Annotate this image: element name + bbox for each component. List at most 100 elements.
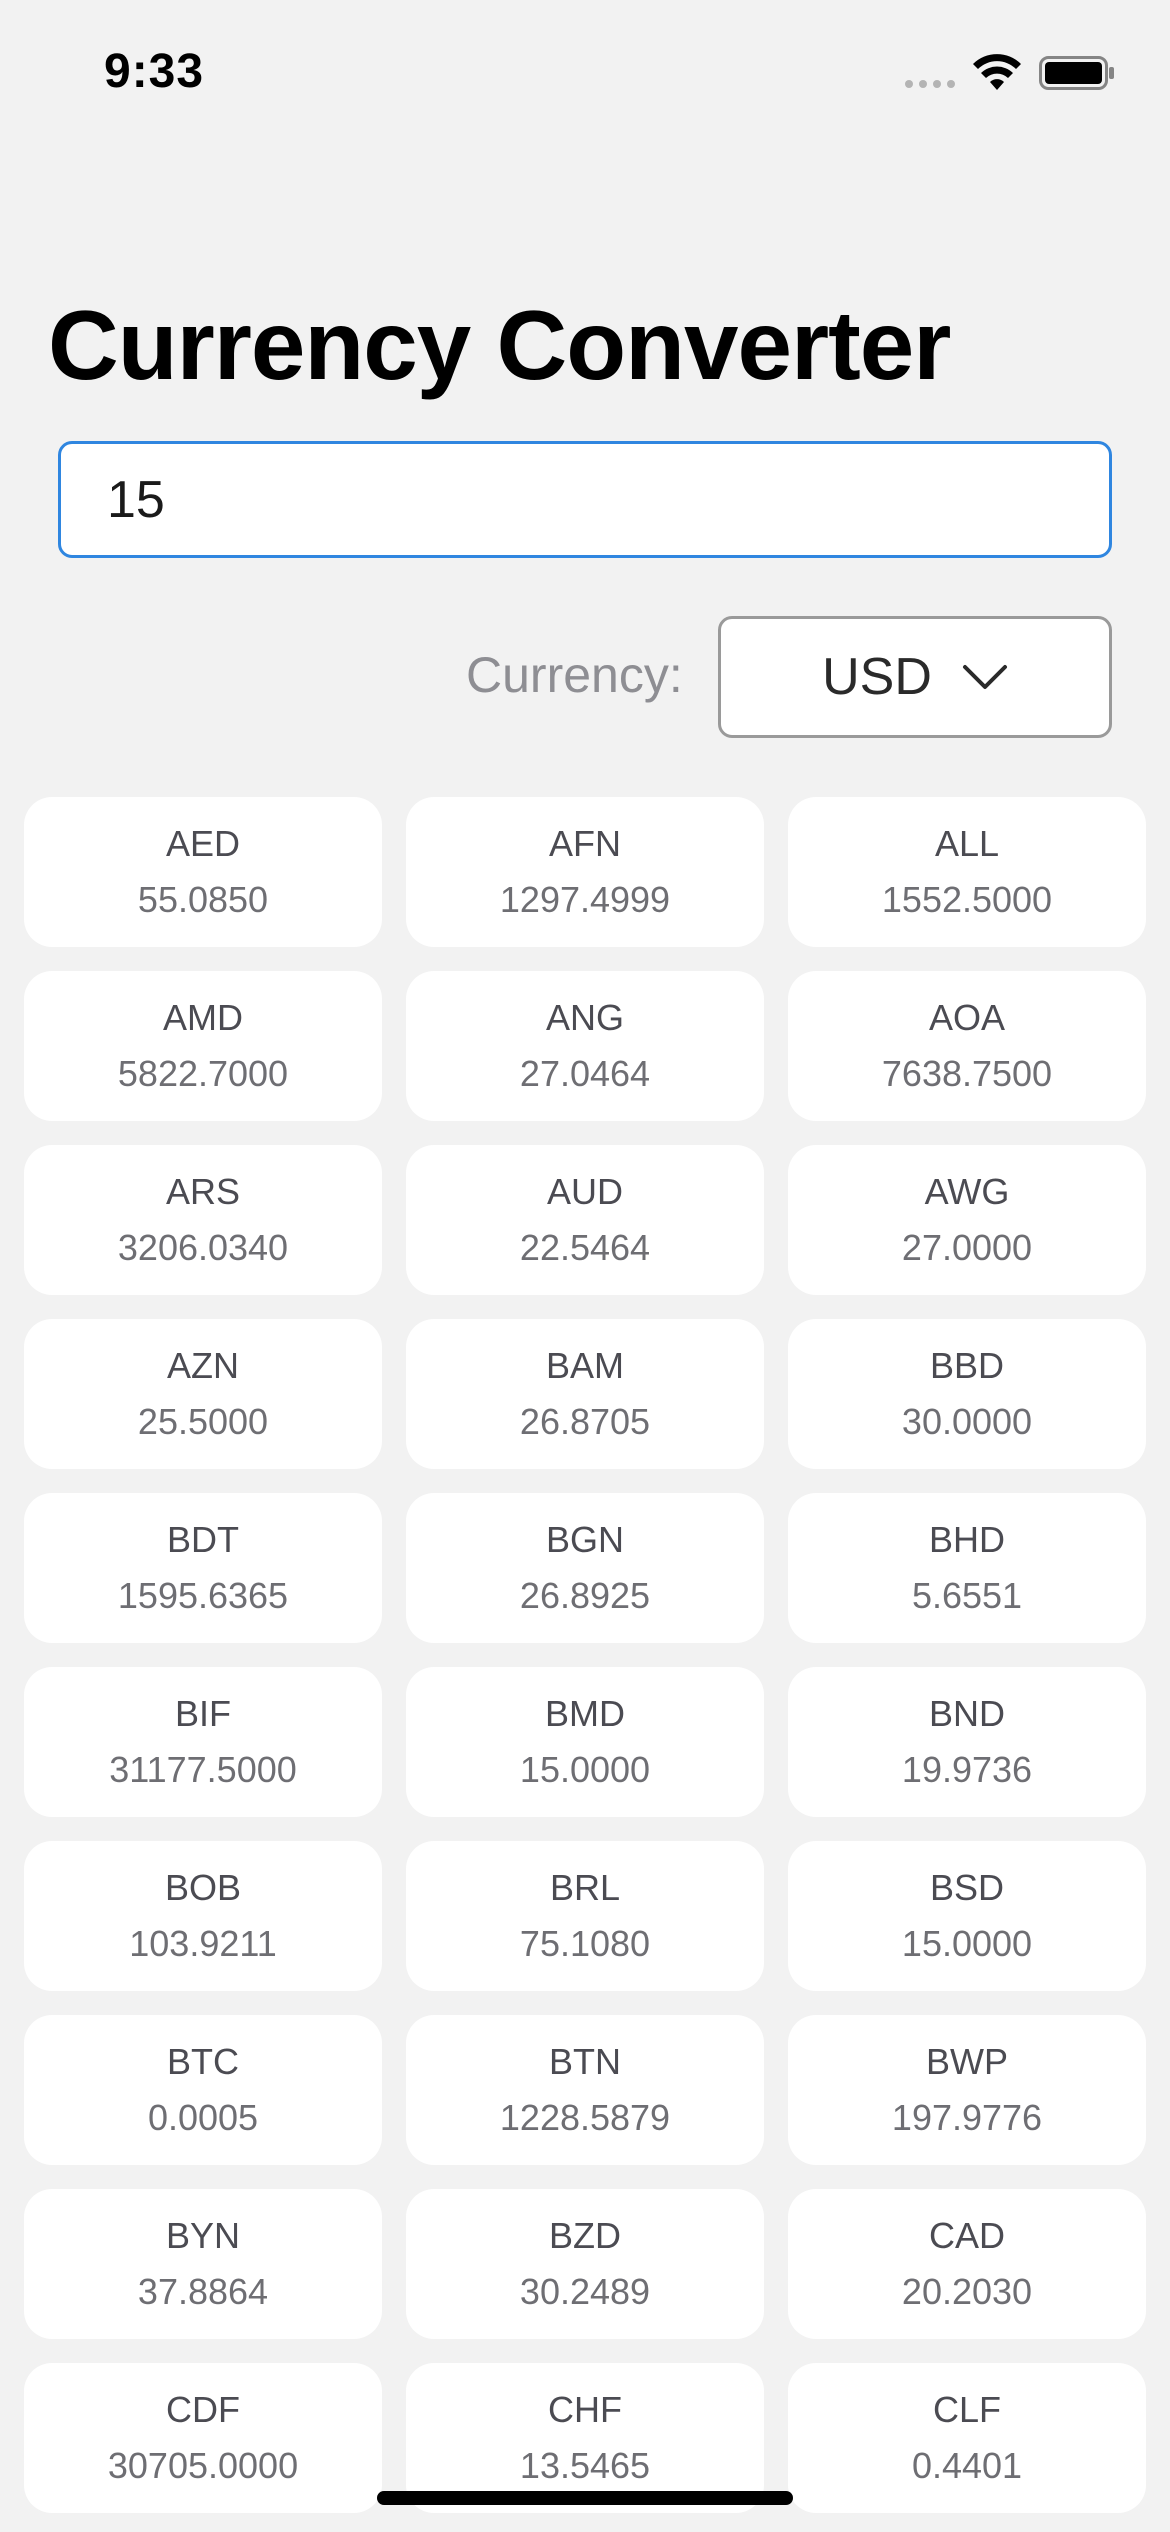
- rate-converted-value: 27.0000: [901, 1227, 1033, 1268]
- rate-card: BYN 37.8864: [24, 2189, 382, 2339]
- rate-converted-value: 37.8864: [137, 2271, 269, 2312]
- currency-dropdown[interactable]: USD: [718, 616, 1112, 738]
- currency-label: Currency:: [466, 647, 683, 703]
- rate-currency-code: BTN: [549, 2041, 621, 2082]
- rate-converted-value: 1595.6365: [117, 1575, 289, 1616]
- rate-card: BBD 30.0000: [788, 1319, 1146, 1469]
- rate-converted-value: 15.0000: [519, 1749, 651, 1790]
- rate-currency-code: BHD: [928, 1519, 1005, 1560]
- battery-icon: [1039, 56, 1114, 90]
- rate-converted-value: 5822.7000: [117, 1053, 289, 1094]
- rate-currency-code: AWG: [924, 1171, 1010, 1212]
- rate-currency-code: BYN: [165, 2215, 241, 2256]
- rate-card: BWP 197.9776: [788, 2015, 1146, 2165]
- rate-currency-code: BND: [928, 1693, 1005, 1734]
- rate-card: BND 19.9736: [788, 1667, 1146, 1817]
- rate-currency-code: BIF: [174, 1693, 231, 1734]
- rate-card: BRL 75.1080: [406, 1841, 764, 1991]
- rate-converted-value: 26.8705: [519, 1401, 651, 1442]
- rate-currency-code: BWP: [925, 2041, 1008, 2082]
- rate-currency-code: CLF: [932, 2389, 1001, 2430]
- rate-converted-value: 1552.5000: [881, 879, 1053, 920]
- rate-card: BSD 15.0000: [788, 1841, 1146, 1991]
- rate-card: AZN 25.5000: [24, 1319, 382, 1469]
- rate-converted-value: 15.0000: [901, 1923, 1033, 1964]
- rate-converted-value: 7638.7500: [881, 1053, 1053, 1094]
- rate-converted-value: 103.9211: [129, 1923, 277, 1964]
- rate-currency-code: AOA: [928, 997, 1006, 1038]
- rate-currency-code: CHF: [548, 2389, 622, 2430]
- page-title: Currency Converter: [48, 290, 951, 400]
- rate-converted-value: 26.8925: [519, 1575, 651, 1616]
- rate-converted-value: 19.9736: [901, 1749, 1033, 1790]
- status-bar: 9:33: [0, 0, 1170, 150]
- wifi-icon: [973, 54, 1021, 90]
- rate-card: BMD 15.0000: [406, 1667, 764, 1817]
- rate-converted-value: 5.6551: [911, 1575, 1023, 1616]
- rate-converted-value: 13.5465: [519, 2445, 651, 2486]
- rate-converted-value: 197.9776: [891, 2097, 1043, 2138]
- rate-converted-value: 25.5000: [137, 1401, 269, 1442]
- rate-currency-code: BTC: [167, 2041, 239, 2082]
- amount-input[interactable]: [58, 441, 1112, 558]
- rate-card: BGN 26.8925: [406, 1493, 764, 1643]
- rate-currency-code: CDF: [166, 2389, 240, 2430]
- rate-currency-code: AUD: [546, 1171, 623, 1212]
- rate-card: AED 55.0850: [24, 797, 382, 947]
- rate-converted-value: 27.0464: [519, 1053, 651, 1094]
- rate-card: AUD 22.5464: [406, 1145, 764, 1295]
- rate-converted-value: 1228.5879: [499, 2097, 671, 2138]
- rate-converted-value: 30.0000: [901, 1401, 1033, 1442]
- chevron-down-icon: [962, 665, 1007, 689]
- rate-card: ALL 1552.5000: [788, 797, 1146, 947]
- cellular-signal-icon: [905, 80, 955, 88]
- rate-converted-value: 3206.0340: [117, 1227, 289, 1268]
- rate-card: BTN 1228.5879: [406, 2015, 764, 2165]
- rate-converted-value: 22.5464: [519, 1227, 651, 1268]
- rate-currency-code: BZD: [549, 2215, 621, 2256]
- status-time: 9:33: [104, 45, 205, 98]
- rate-currency-code: BOB: [164, 1867, 242, 1908]
- rate-card: AOA 7638.7500: [788, 971, 1146, 1121]
- rate-card: BDT 1595.6365: [24, 1493, 382, 1643]
- rate-card: ANG 27.0464: [406, 971, 764, 1121]
- rate-currency-code: AMD: [163, 997, 243, 1038]
- rate-converted-value: 0.0005: [147, 2097, 259, 2138]
- rate-card: ARS 3206.0340: [24, 1145, 382, 1295]
- rate-card: BTC 0.0005: [24, 2015, 382, 2165]
- rate-card: CAD 20.2030: [788, 2189, 1146, 2339]
- rate-converted-value: 20.2030: [901, 2271, 1033, 2312]
- rate-currency-code: BRL: [549, 1867, 621, 1908]
- rate-currency-code: ARS: [165, 1171, 241, 1212]
- rate-card: AWG 27.0000: [788, 1145, 1146, 1295]
- rate-card: BIF 31177.5000: [24, 1667, 382, 1817]
- rate-currency-code: ALL: [934, 823, 1000, 864]
- rate-converted-value: 30705.0000: [107, 2445, 299, 2486]
- rate-card: BHD 5.6551: [788, 1493, 1146, 1643]
- rate-card: CDF 30705.0000: [24, 2363, 382, 2513]
- rate-card: CLF 0.4401: [788, 2363, 1146, 2513]
- rate-converted-value: 31177.5000: [109, 1749, 297, 1790]
- rate-currency-code: CAD: [928, 2215, 1005, 2256]
- rate-converted-value: 30.2489: [519, 2271, 651, 2312]
- rate-currency-code: AZN: [167, 1345, 239, 1386]
- rate-currency-code: BMD: [545, 1693, 625, 1734]
- currency-dropdown-value: USD: [822, 648, 932, 706]
- rate-card: BZD 30.2489: [406, 2189, 764, 2339]
- rate-converted-value: 55.0850: [137, 879, 269, 920]
- rate-currency-code: BAM: [545, 1345, 624, 1386]
- rate-currency-code: AED: [165, 823, 241, 864]
- rate-card: BOB 103.9211: [24, 1841, 382, 1991]
- rate-currency-code: BGN: [545, 1519, 624, 1560]
- rates-grid: AED 55.0850 AFN 1297.4999 ALL 1552.5000 AMD…: [24, 797, 1146, 2513]
- rate-currency-code: BBD: [929, 1345, 1005, 1386]
- home-indicator[interactable]: [377, 2491, 793, 2505]
- rate-converted-value: 75.1080: [519, 1923, 651, 1964]
- rate-converted-value: 0.4401: [911, 2445, 1023, 2486]
- rate-card: BAM 26.8705: [406, 1319, 764, 1469]
- rate-currency-code: ANG: [545, 997, 624, 1038]
- rate-currency-code: BDT: [167, 1519, 239, 1560]
- rate-currency-code: AFN: [549, 823, 621, 864]
- rate-card: AFN 1297.4999: [406, 797, 764, 947]
- rate-converted-value: 1297.4999: [499, 879, 671, 920]
